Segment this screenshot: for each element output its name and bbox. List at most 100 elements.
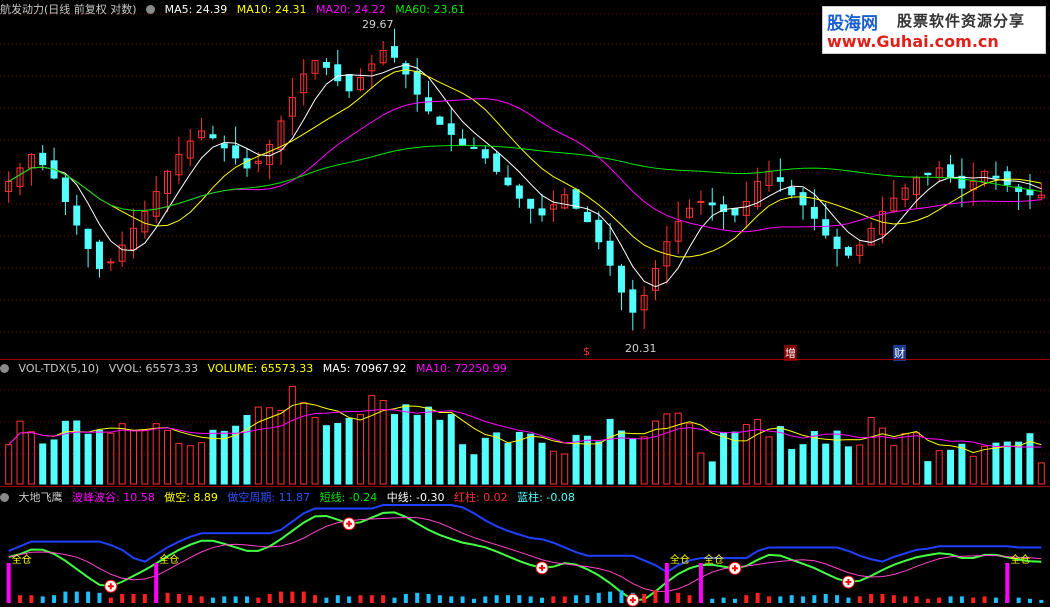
momentum-bar [449,596,454,603]
momentum-bar [812,595,817,603]
volume-bar [583,435,591,485]
candle-body [447,123,455,135]
volume-bar [538,442,546,485]
momentum-bar [505,595,510,603]
momentum-bar [18,595,23,603]
momentum-bar [744,595,749,603]
momentum-bar [993,597,998,603]
candle-body [697,201,705,204]
watermark-url: www.Guhai.com.cn [827,32,999,51]
momentum-bar [766,596,771,603]
candle-body [924,172,932,176]
candle-body [84,228,92,249]
volume-bar [402,404,410,485]
stock-title[interactable]: 航发动力(日线 前复权 对数) [0,3,137,16]
candle-body [799,192,807,206]
settings-icon[interactable] [0,493,9,502]
candle-body [413,70,421,95]
volume-readout: VOLUME: 65573.33 [207,362,314,375]
low-price-label: 20.31 [625,342,657,355]
full-position-bar [1005,563,1010,603]
momentum-bar [642,594,647,603]
volume-bar [629,438,637,485]
momentum-bar [358,595,363,603]
candle-body [617,265,625,293]
momentum-bar [233,596,238,603]
volume-bar [368,395,376,485]
candle-body [595,219,603,243]
candle-body [345,74,353,92]
candle-body [39,152,47,166]
momentum-bar [869,594,874,603]
momentum-bar [403,594,408,603]
price-panel[interactable] [0,0,1050,360]
event-marker-dollar[interactable]: $ [583,345,590,358]
momentum-bar [437,595,442,603]
candle-body [391,46,398,58]
momentum-bar [925,598,930,603]
volume-bar [164,429,172,485]
volume-bar [663,413,671,485]
ma10-line [8,69,1042,258]
volume-bar [220,430,228,485]
momentum-bar [86,591,91,603]
momentum-bar [313,595,318,603]
ma20-line [8,98,1042,233]
watermark-slogan: 股票软件资源分享 [897,12,1026,30]
volume-bar [61,420,69,485]
candle-body [810,206,818,219]
settings-icon[interactable] [0,364,9,373]
momentum-bar [176,594,181,603]
momentum-bar [801,596,806,603]
momentum-bar [392,597,397,603]
full-position-label: 全仓 [670,553,690,566]
momentum-bar [551,596,556,603]
zx-readout: 中线: -0.30 [386,491,445,504]
candle-body [527,198,535,209]
momentum-bar [244,596,249,603]
momentum-bar [267,594,272,603]
volume-bar [73,420,81,485]
candle-body [947,164,955,179]
volume-bar [595,441,603,485]
momentum-bar [165,592,170,603]
volume-bar [447,414,455,485]
momentum-bar [562,596,567,603]
candle-body [322,62,330,68]
candle-body [220,143,228,149]
volume-bar [470,454,478,485]
momentum-bar [40,596,45,603]
volume-bar [277,409,285,485]
indicator-title[interactable]: 大地飞鹰 [19,491,63,504]
volume-bar [844,446,852,485]
candle-body [95,241,103,270]
volume-bar [527,433,535,485]
volume-bar [1015,441,1023,485]
momentum-bar [426,594,431,603]
momentum-bar [732,598,737,603]
momentum-bar [324,597,329,603]
volume-bar [39,443,47,485]
momentum-bar [97,592,102,603]
blue-bar-readout: 蓝柱: -0.08 [517,491,575,504]
full-position-label: 全仓 [704,553,724,566]
vol-title[interactable]: VOL-TDX(5,10) [19,362,100,375]
volume-bar [697,452,705,485]
candle-body [731,208,739,216]
volume-bar [935,450,943,485]
volume-panel[interactable] [0,360,1050,486]
indicator-panel[interactable]: 全仓 全仓 全仓 全仓 全仓 [0,487,1050,607]
volume-bar [617,430,625,485]
volume-bar [1003,441,1011,485]
volume-bar [947,449,955,485]
ma5-readout: MA5: 24.39 [164,3,228,16]
momentum-bar [789,595,794,603]
settings-icon[interactable] [146,5,156,14]
momentum-bar [948,596,953,603]
volume-bar [765,436,773,485]
momentum-bar [596,592,601,603]
candle-body [481,149,489,159]
ma60-readout: MA60: 23.61 [395,3,465,16]
momentum-bar [823,594,828,603]
volume-bar [300,402,308,485]
